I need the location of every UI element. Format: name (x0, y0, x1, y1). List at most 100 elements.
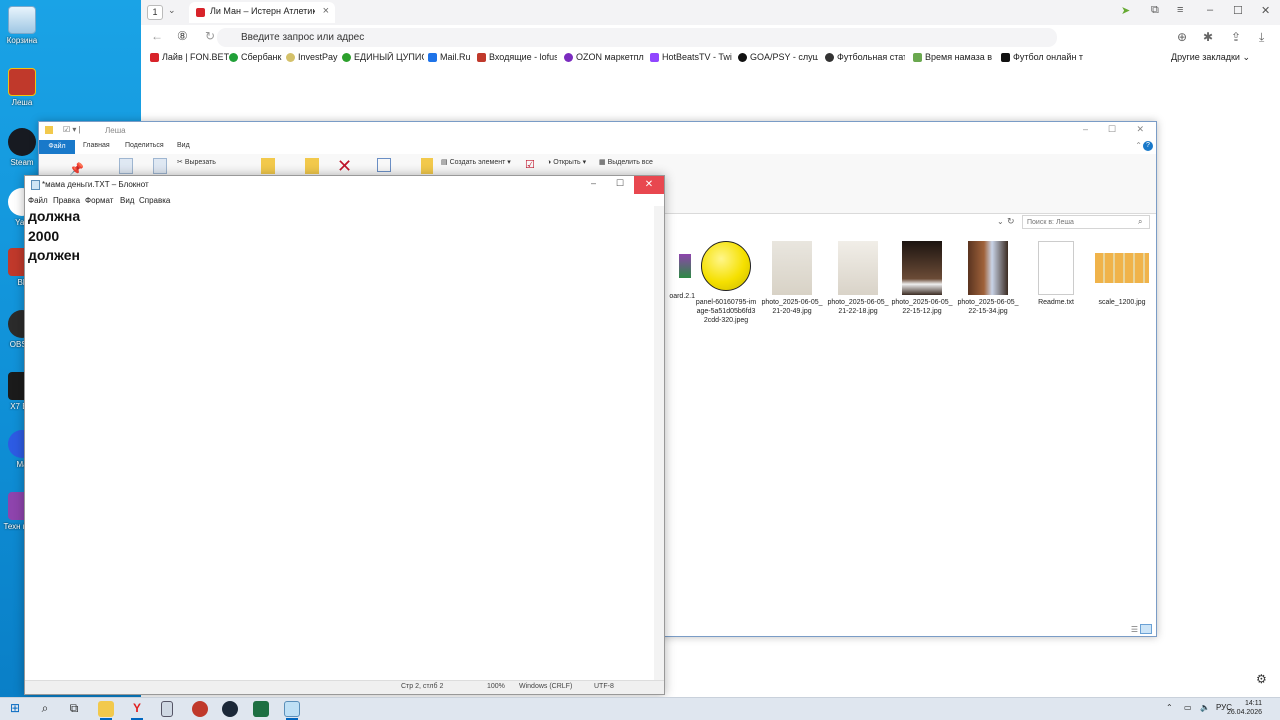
quick-access-icon[interactable]: ☑ ▾ | (63, 125, 81, 134)
close-window-icon[interactable]: ✕ (1261, 4, 1270, 17)
collapse-ribbon-icon[interactable]: ⌃ (1135, 141, 1142, 150)
details-view-icon[interactable]: ☰ (1131, 625, 1138, 634)
menu-help[interactable]: Справка (139, 196, 170, 205)
search-icon[interactable]: ⌕ (37, 701, 53, 716)
bookmark-item[interactable]: Лайв | FON.BET (150, 52, 232, 62)
tab-share[interactable]: Поделиться (125, 142, 164, 149)
tab-counter[interactable]: 1 (147, 5, 163, 20)
copy-to-icon[interactable] (305, 158, 319, 174)
minimize-icon[interactable]: – (1207, 4, 1213, 16)
rename-icon[interactable] (377, 158, 391, 172)
translate-icon[interactable]: ⊕ (1177, 30, 1187, 44)
desktop-icon-recycle-bin[interactable]: Корзина (0, 6, 44, 45)
tab-view[interactable]: Вид (177, 142, 190, 149)
new-folder-icon[interactable] (421, 158, 433, 174)
collections-icon[interactable]: ⧉ (1151, 4, 1159, 17)
tab-home[interactable]: Главная (83, 142, 110, 149)
open-label: Открыть (553, 159, 581, 166)
browser-address-bar: ← ⑧ ↻ ⊕ ✱ ⇪ ⤓ (141, 25, 1280, 50)
address-dropdown-icon[interactable]: ⌄ (997, 217, 1004, 226)
download-icon[interactable]: ⤓ (1259, 30, 1264, 45)
menu-edit[interactable]: Правка (53, 196, 80, 205)
task-view-icon[interactable]: ⧉ (66, 701, 82, 716)
maximize-icon[interactable]: ☐ (1108, 124, 1116, 135)
menu-view[interactable]: Вид (120, 196, 134, 205)
bookmark-item[interactable]: OZON маркетпле (564, 52, 644, 62)
maximize-icon[interactable]: ☐ (616, 178, 624, 189)
desktop-icon-folder[interactable]: Леша (0, 68, 44, 107)
bookmark-item[interactable]: GOA/PSY - слуша (738, 52, 818, 62)
close-icon[interactable]: ✕ (1136, 124, 1144, 135)
maximize-icon[interactable]: ☐ (1233, 4, 1243, 17)
menu-icon[interactable]: ≡ (1177, 4, 1183, 16)
clock[interactable]: 14:11 26.04.2026 (1227, 699, 1262, 717)
close-button[interactable]: ✕ (634, 176, 664, 194)
bookmark-item[interactable]: Сбербанк (229, 52, 285, 62)
obs-taskbar-icon[interactable] (192, 701, 208, 717)
bookmark-item[interactable]: Время намаза в (913, 52, 993, 62)
extensions-icon[interactable]: ✱ (1203, 30, 1213, 44)
bookmark-item[interactable]: Футбольная стат (825, 52, 905, 62)
paste-icon[interactable] (153, 158, 167, 174)
bookmark-label: Входящие - lofus (489, 52, 557, 62)
tabs-dropdown-icon[interactable]: ⌄ (168, 5, 176, 16)
notepad-text-area[interactable]: должна 2000 должен (28, 207, 654, 677)
file-item[interactable]: photo_2025-06-05_22-15-34.jpg (957, 241, 1019, 316)
explorer-search-input[interactable] (1022, 215, 1150, 229)
file-item[interactable]: Readme.txt (1025, 241, 1087, 307)
minimize-icon[interactable]: – (591, 178, 596, 188)
start-icon[interactable]: ⊞ (7, 701, 23, 715)
bookmark-item[interactable]: InvestPay (286, 52, 342, 62)
tray-overflow-icon[interactable]: ⌃ (1166, 703, 1173, 712)
file-item[interactable]: scale_1200.jpg (1091, 241, 1153, 307)
open-button[interactable]: ◑ Открыть ▾ (547, 158, 586, 166)
yandex-browser-icon[interactable]: Y (129, 701, 145, 715)
other-bookmarks-button[interactable]: Другие закладки ⌄ (1171, 52, 1250, 63)
delete-icon[interactable]: ✕ (337, 156, 352, 177)
tab-file[interactable]: Файл (39, 140, 75, 154)
volume-icon[interactable]: 🔈 (1200, 703, 1210, 712)
browser-tab-active[interactable]: Ли Ман – Истерн Атлетик × (189, 2, 335, 23)
file-item[interactable]: panel-60160795-image-5a51d05b6fd32cdd-32… (695, 241, 757, 325)
large-icons-view-icon[interactable] (1140, 624, 1152, 634)
menu-file[interactable]: Файл (28, 196, 48, 205)
reload-icon[interactable]: ↻ (205, 29, 215, 43)
copy-icon[interactable] (119, 158, 133, 174)
address-input[interactable] (217, 28, 1057, 47)
file-explorer-icon[interactable] (98, 701, 114, 717)
calculator-icon[interactable] (161, 701, 173, 717)
back-icon[interactable]: ← (151, 29, 163, 43)
steam-taskbar-icon[interactable] (222, 701, 238, 717)
search-icon[interactable]: ⌕ (1138, 217, 1142, 227)
file-item[interactable]: photo_2025-06-05_21-22-18.jpg (827, 241, 889, 316)
properties-icon[interactable]: ☑ (525, 158, 535, 171)
sliders-icon[interactable]: ⚙ (1256, 672, 1267, 686)
move-to-icon[interactable] (261, 158, 275, 174)
bookmark-item[interactable]: Входящие - lofus (477, 52, 557, 62)
vertical-scrollbar[interactable] (654, 206, 664, 682)
extension-icon[interactable]: ➤ (1121, 4, 1130, 17)
new-item-button[interactable]: ▤ Создать элемент ▾ (441, 158, 511, 166)
menu-format[interactable]: Формат (85, 196, 113, 205)
minimize-icon[interactable]: – (1083, 124, 1088, 134)
bookmark-item[interactable]: Mail.Ru (428, 52, 474, 62)
refresh-icon[interactable]: ↻ (1007, 216, 1015, 227)
bookmark-item[interactable]: Футбол онлайн т (1001, 52, 1085, 62)
bookmark-item[interactable]: ЕДИНЫЙ ЦУПИС (342, 52, 424, 62)
bookmark-item[interactable]: HotBeatsTV - Twi (650, 52, 734, 62)
file-item[interactable]: photo_2025-06-05_21-20-49.jpg (761, 241, 823, 316)
excel-icon[interactable] (253, 701, 269, 717)
share-icon[interactable]: ⇪ (1231, 30, 1241, 44)
notepad-taskbar-icon[interactable] (284, 701, 300, 717)
cupis-icon (342, 52, 351, 62)
cut-button[interactable]: ✂ Вырезать (177, 158, 216, 166)
select-all-button[interactable]: ▦ Выделить все (599, 158, 653, 166)
pin-icon[interactable]: 📌 (69, 162, 84, 176)
close-tab-icon[interactable]: × (323, 5, 329, 17)
file-item[interactable]: photo_2025-06-05_22-15-12.jpg (891, 241, 953, 316)
network-icon[interactable]: ▭ (1184, 703, 1192, 712)
yandex-button-icon[interactable]: ⑧ (177, 29, 188, 43)
bookmark-label: InvestPay (298, 52, 338, 62)
help-icon[interactable]: ? (1143, 141, 1153, 151)
encoding: UTF-8 (594, 683, 614, 690)
